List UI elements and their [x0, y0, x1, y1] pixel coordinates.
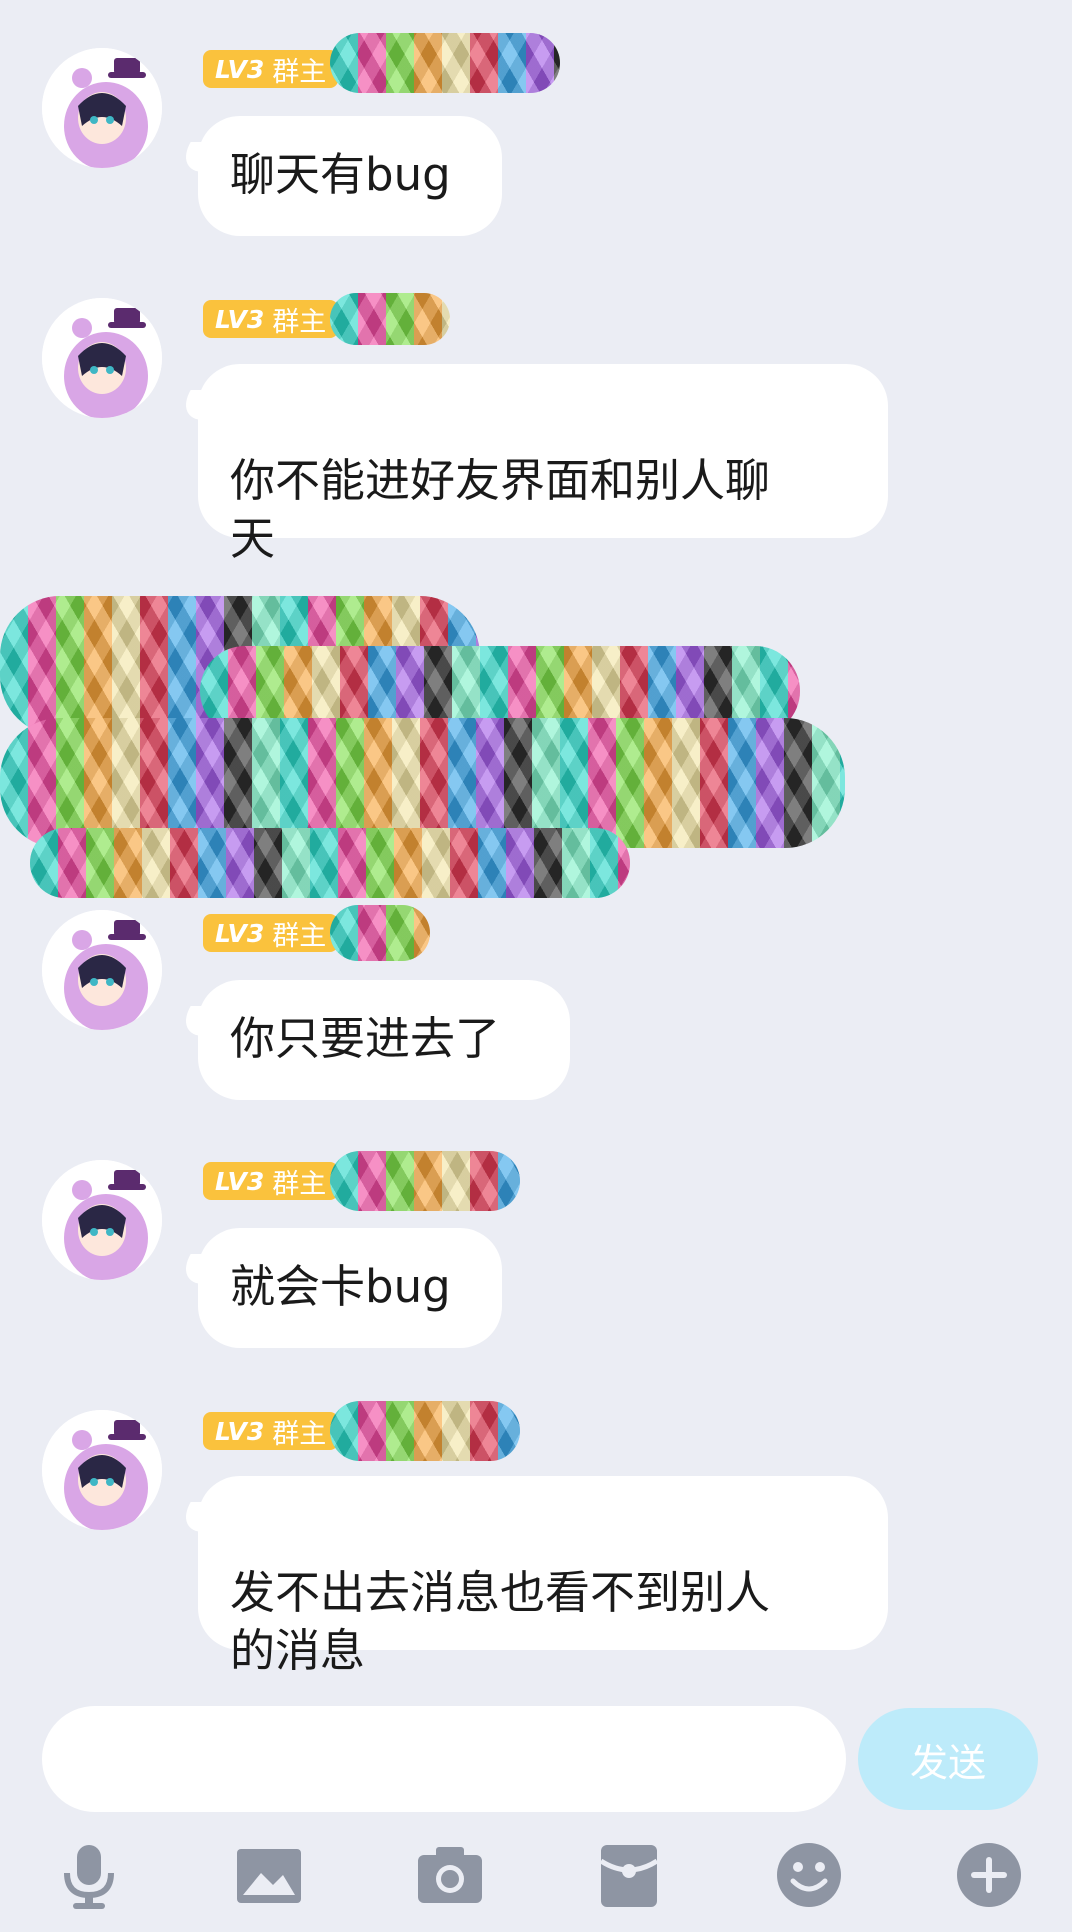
redaction-block [30, 828, 630, 898]
sender-meta: LV3 群主 [203, 1151, 521, 1211]
sender-meta: LV3 群主 [203, 33, 561, 93]
avatar-image [42, 48, 162, 168]
microphone-icon [64, 1845, 114, 1909]
message-bubble[interactable]: 你只要进去了 [198, 980, 570, 1100]
message-bubble[interactable]: 发不出去消息也看不到别人 的消息 [198, 1476, 888, 1677]
role-text: 群主 [272, 920, 327, 952]
sender-meta: LV3 群主 [203, 1401, 521, 1461]
level-text: LV3 [215, 54, 265, 84]
level-badge: LV3 群主 [203, 300, 339, 338]
message-text: 发不出去消息也看不到别人 的消息 [230, 1566, 771, 1677]
message-bubble[interactable]: 就会卡bug [198, 1228, 502, 1348]
redacted-sender-name [330, 1151, 521, 1211]
redacted-sender-name [330, 1401, 521, 1461]
role-text: 群主 [272, 306, 327, 338]
sender-meta: LV3 群主 [203, 293, 451, 345]
role-text: 群主 [272, 1418, 327, 1450]
sender-meta: LV3 群主 [203, 905, 431, 961]
avatar[interactable] [42, 298, 162, 418]
emoji-icon [777, 1843, 841, 1907]
camera-button[interactable] [405, 1830, 495, 1920]
level-text: LV3 [215, 304, 265, 334]
image-button[interactable] [224, 1830, 314, 1920]
level-text: LV3 [215, 918, 265, 948]
avatar-image [42, 1160, 162, 1280]
microphone-button[interactable] [44, 1830, 134, 1920]
role-text: 群主 [272, 56, 327, 88]
level-badge: LV3 群主 [203, 1412, 339, 1450]
input-toolbar [0, 1830, 1072, 1920]
message-text: 你只要进去了 [230, 1012, 501, 1065]
message-text: 聊天有bug [230, 148, 451, 201]
more-button[interactable] [944, 1830, 1034, 1920]
image-icon [237, 1849, 301, 1903]
level-text: LV3 [215, 1416, 265, 1446]
plus-icon [957, 1843, 1021, 1907]
send-button[interactable]: 发送 [858, 1708, 1038, 1810]
message-input[interactable] [42, 1706, 846, 1812]
role-text: 群主 [272, 1168, 327, 1200]
avatar[interactable] [42, 1160, 162, 1280]
avatar-image [42, 1410, 162, 1530]
red-packet-button[interactable] [584, 1830, 674, 1920]
emoji-button[interactable] [764, 1830, 854, 1920]
level-badge: LV3 群主 [203, 914, 339, 952]
level-badge: LV3 群主 [203, 1162, 339, 1200]
level-text: LV3 [215, 1166, 265, 1196]
message-bubble[interactable]: 你不能进好友界面和别人聊 天 [198, 364, 888, 565]
message-text: 你不能进好友界面和别人聊 天 [230, 454, 771, 565]
avatar-image [42, 910, 162, 1030]
avatar[interactable] [42, 48, 162, 168]
camera-icon [418, 1847, 482, 1903]
red-packet-icon [599, 1845, 659, 1907]
redacted-sender-name [330, 905, 431, 961]
avatar[interactable] [42, 1410, 162, 1530]
level-badge: LV3 群主 [203, 50, 339, 88]
message-text: 就会卡bug [230, 1260, 451, 1313]
avatar-image [42, 298, 162, 418]
redacted-sender-name [330, 293, 451, 345]
avatar[interactable] [42, 910, 162, 1030]
composer: 发送 [0, 1700, 1072, 1820]
redacted-sender-name [330, 33, 561, 93]
message-bubble[interactable]: 聊天有bug [198, 116, 502, 236]
